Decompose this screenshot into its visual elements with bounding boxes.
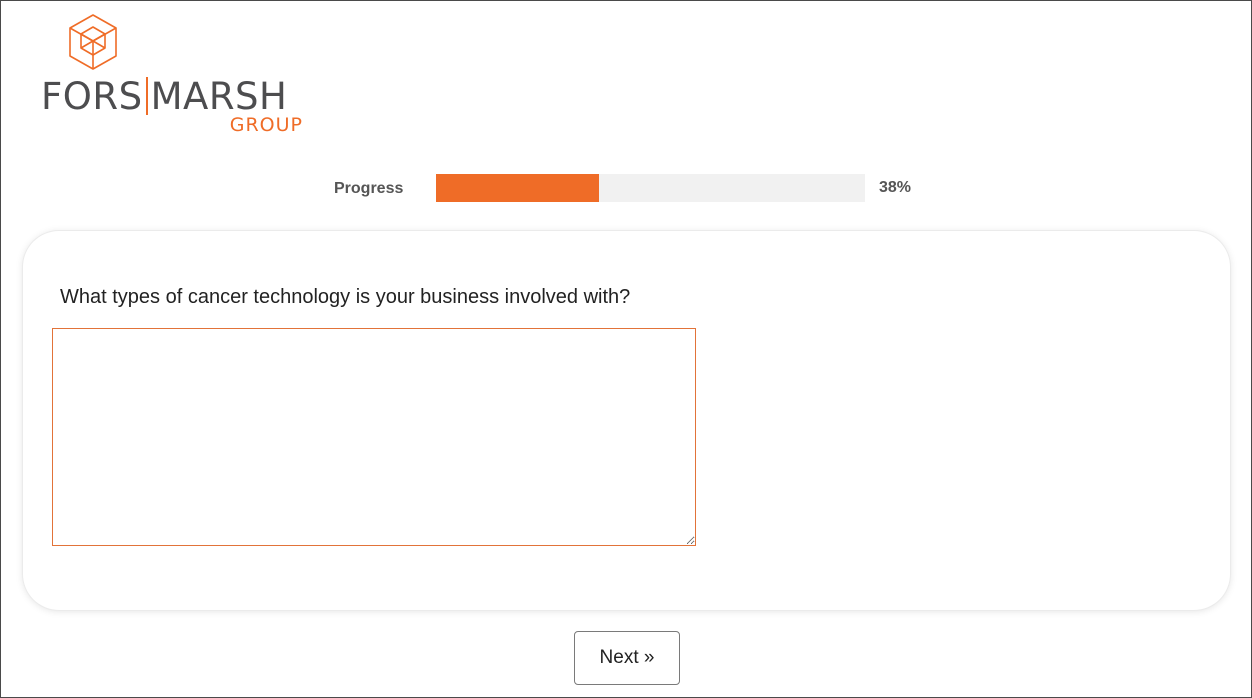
logo-wordmark: FORS MARSH [41,75,288,118]
progress-label: Progress [334,180,404,197]
progress-bar-fill [436,174,600,202]
progress-indicator: Progress 38% [321,173,941,203]
survey-page: FORS MARSH GROUP Progress 38% What types … [0,0,1252,698]
next-button[interactable]: Next » [574,631,680,685]
question-text: What types of cancer technology is your … [60,286,631,308]
progress-bar-track [436,174,865,202]
logo-subtitle: GROUP [229,114,303,136]
cube-outline-logo-icon [69,14,117,70]
answer-textarea[interactable] [52,328,696,546]
progress-percent: 38% [879,179,912,196]
question-card: What types of cancer technology is your … [23,231,1230,610]
fors-marsh-logo: FORS MARSH GROUP [41,13,311,141]
